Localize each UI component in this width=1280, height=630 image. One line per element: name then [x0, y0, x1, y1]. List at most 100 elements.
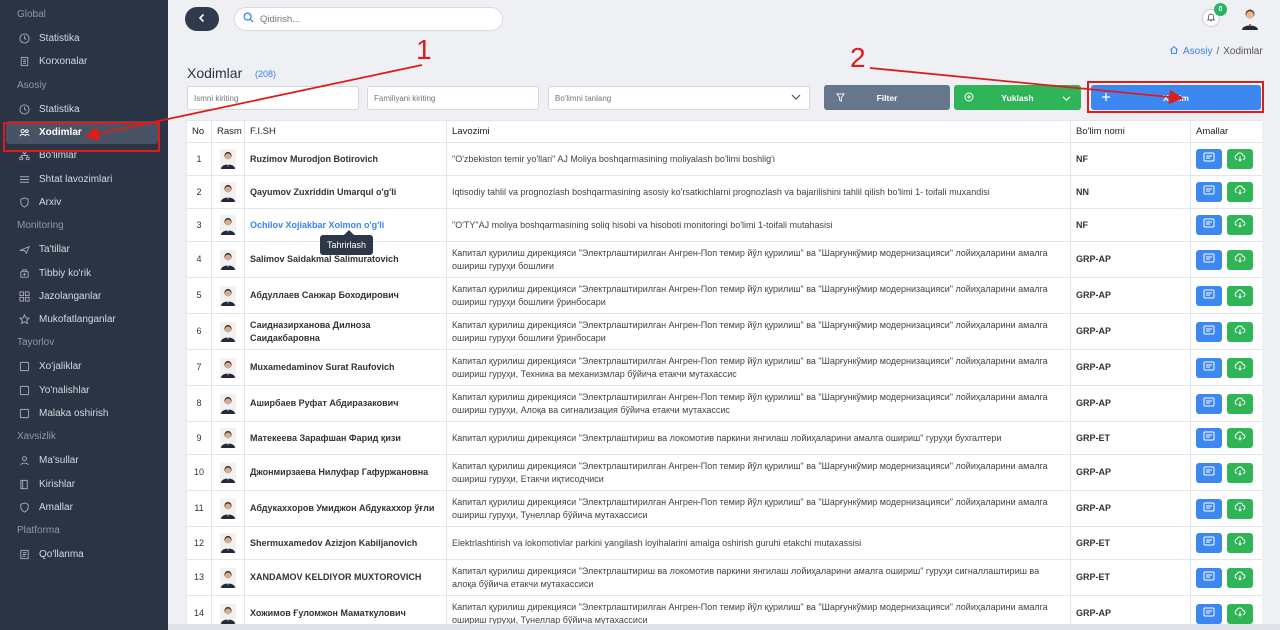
- department-select[interactable]: Bo'limni tanlang: [548, 86, 810, 110]
- employee-name[interactable]: Muxamedaminov Surat Raufovich: [244, 349, 447, 386]
- employee-name[interactable]: Саидназирханова Дилноза Саидакбаровна: [244, 313, 447, 350]
- id-card-icon: [1203, 502, 1215, 516]
- sidebar-item-kirishlar[interactable]: Kirishlar: [0, 472, 168, 495]
- download-button[interactable]: [1227, 215, 1253, 235]
- sidebar-item-yonalishlar[interactable]: Yo'nalishlar: [0, 379, 168, 402]
- employee-name[interactable]: Qayumov Zuxriddin Umarqul o'g'li: [244, 175, 447, 209]
- square-icon: [18, 361, 30, 373]
- download-button[interactable]: [1227, 428, 1253, 448]
- id-card-icon: [1203, 152, 1215, 166]
- sidebar-item-jazolanganlar[interactable]: Jazolanganlar: [0, 285, 168, 308]
- sidebar-item-malaka-oshirish[interactable]: Malaka oshirish: [0, 402, 168, 425]
- download-button[interactable]: [1227, 567, 1253, 588]
- edit-button[interactable]: [1196, 462, 1222, 483]
- employee-position: "O'zbekiston temir yo'llari" AJ Moliya b…: [446, 142, 1071, 176]
- id-card-icon: [1203, 607, 1215, 621]
- row-number: 9: [186, 421, 212, 455]
- sidebar-item-korxonalar[interactable]: Korxonalar: [0, 50, 168, 73]
- download-button[interactable]: [1227, 285, 1253, 306]
- actions-cell: [1190, 559, 1262, 596]
- sidebar-item-tibbiy-korik[interactable]: Tibbiy ko'rik: [0, 261, 168, 284]
- sidebar-section-platforma: Platforma: [17, 525, 60, 537]
- employee-name[interactable]: XANDAMOV KELDIYOR MUXTOROVICH: [244, 559, 447, 596]
- sidebar-item-masullar[interactable]: Ma'sullar: [0, 449, 168, 472]
- edit-button[interactable]: [1196, 357, 1222, 378]
- sidebar-item-arxiv[interactable]: Arxiv: [0, 191, 168, 214]
- breadcrumb-home-link[interactable]: Asosiy: [1183, 46, 1212, 57]
- edit-button[interactable]: [1196, 393, 1222, 414]
- sidebar-item-label: Qo'llanma: [39, 549, 84, 561]
- sidebar-item-qollanma[interactable]: Qo'llanma: [0, 543, 168, 566]
- sidebar-section-monitoring: Monitoring: [17, 220, 64, 232]
- download-button[interactable]: [1227, 321, 1253, 342]
- sidebar-item-shtat-lavozimlari[interactable]: Shtat lavozimlari: [0, 167, 168, 190]
- sidebar-item-label: Amallar: [39, 501, 73, 513]
- sidebar-item-global-statistika[interactable]: Statistika: [0, 27, 168, 50]
- employee-department: NF: [1070, 142, 1191, 176]
- download-button[interactable]: [1227, 182, 1253, 202]
- employee-photo-cell: [211, 313, 245, 350]
- edit-button[interactable]: [1196, 215, 1222, 235]
- row-number: 2: [186, 175, 212, 209]
- home-icon: [1169, 45, 1179, 58]
- first-name-input[interactable]: [194, 93, 358, 103]
- download-button[interactable]: [1227, 603, 1253, 624]
- actions-cell: [1190, 385, 1262, 422]
- employee-photo: [220, 567, 236, 588]
- download-button[interactable]: [1227, 462, 1253, 483]
- edit-button[interactable]: [1196, 498, 1222, 519]
- id-card-icon: [1203, 536, 1215, 550]
- sidebar-item-label: Statistika: [39, 103, 80, 115]
- user-avatar[interactable]: [1240, 8, 1260, 30]
- edit-button[interactable]: [1196, 149, 1222, 169]
- actions-cell: [1190, 349, 1262, 386]
- row-number: 1: [186, 142, 212, 176]
- sidebar-section-tayorlov: Tayorlov: [17, 337, 55, 349]
- horizontal-scrollbar[interactable]: [168, 624, 1280, 630]
- sidebar: Global Statistika Korxonalar Asosiy Stat…: [0, 0, 168, 630]
- annotation-box-1: [3, 122, 160, 152]
- filter-button[interactable]: Filter: [824, 85, 950, 110]
- edit-button[interactable]: [1196, 428, 1222, 448]
- edit-button[interactable]: [1196, 321, 1222, 342]
- topbar: 0: [168, 0, 1280, 38]
- employee-photo-cell: [211, 385, 245, 422]
- employee-name[interactable]: Абдукаххоров Умиджон Абдукаххор ўғли: [244, 490, 447, 527]
- employee-name[interactable]: Абдуллаев Санжар Боходирович: [244, 277, 447, 314]
- employee-photo-cell: [211, 241, 245, 278]
- edit-button[interactable]: [1196, 249, 1222, 270]
- search-input[interactable]: [260, 13, 480, 25]
- download-button[interactable]: [1227, 498, 1253, 519]
- employee-name[interactable]: Аширбаев Руфат Абдиразакович: [244, 385, 447, 422]
- sidebar-toggle-button[interactable]: [185, 7, 219, 31]
- column-header-department: Bo'lim nomi: [1070, 120, 1191, 143]
- sidebar-item-amallar[interactable]: Amallar: [0, 496, 168, 519]
- sidebar-item-xojaliklar[interactable]: Xo'jaliklar: [0, 355, 168, 378]
- sidebar-item-mukofatlanganlar[interactable]: Mukofatlanganlar: [0, 308, 168, 331]
- employee-name[interactable]: Ruzimov Murodjon Botirovich: [244, 142, 447, 176]
- edit-button[interactable]: [1196, 182, 1222, 202]
- employee-name[interactable]: Джонмирзаева Нилуфар Гафуржановна: [244, 454, 447, 491]
- edit-button[interactable]: [1196, 603, 1222, 624]
- download-button[interactable]: [1227, 149, 1253, 169]
- upload-button[interactable]: Yuklash: [954, 85, 1081, 110]
- table-header-row: No Rasm F.I.SH Lavozimi Bo'lim nomi Amal…: [186, 120, 1262, 143]
- download-button[interactable]: [1227, 357, 1253, 378]
- edit-button[interactable]: [1196, 285, 1222, 306]
- sidebar-item-label: Kirishlar: [39, 478, 76, 490]
- employee-name[interactable]: Матекеева Зарафшан Фарид қизи: [244, 421, 447, 455]
- chevron-left-icon: [197, 13, 207, 26]
- sidebar-item-asosiy-statistika[interactable]: Statistika: [0, 98, 168, 121]
- cloud-download-icon: [1234, 361, 1246, 375]
- breadcrumb-separator: /: [1216, 46, 1220, 57]
- edit-button[interactable]: [1196, 567, 1222, 588]
- download-button[interactable]: [1227, 393, 1253, 414]
- last-name-input[interactable]: [374, 93, 538, 103]
- edit-button[interactable]: [1196, 533, 1222, 553]
- actions-cell: [1190, 277, 1262, 314]
- employee-name[interactable]: Shermuxamedov Azizjon Kabiljanovich: [244, 526, 447, 560]
- sidebar-item-tatillar[interactable]: Ta'tillar: [0, 238, 168, 261]
- employee-department: GRP-AP: [1070, 241, 1191, 278]
- download-button[interactable]: [1227, 249, 1253, 270]
- download-button[interactable]: [1227, 533, 1253, 553]
